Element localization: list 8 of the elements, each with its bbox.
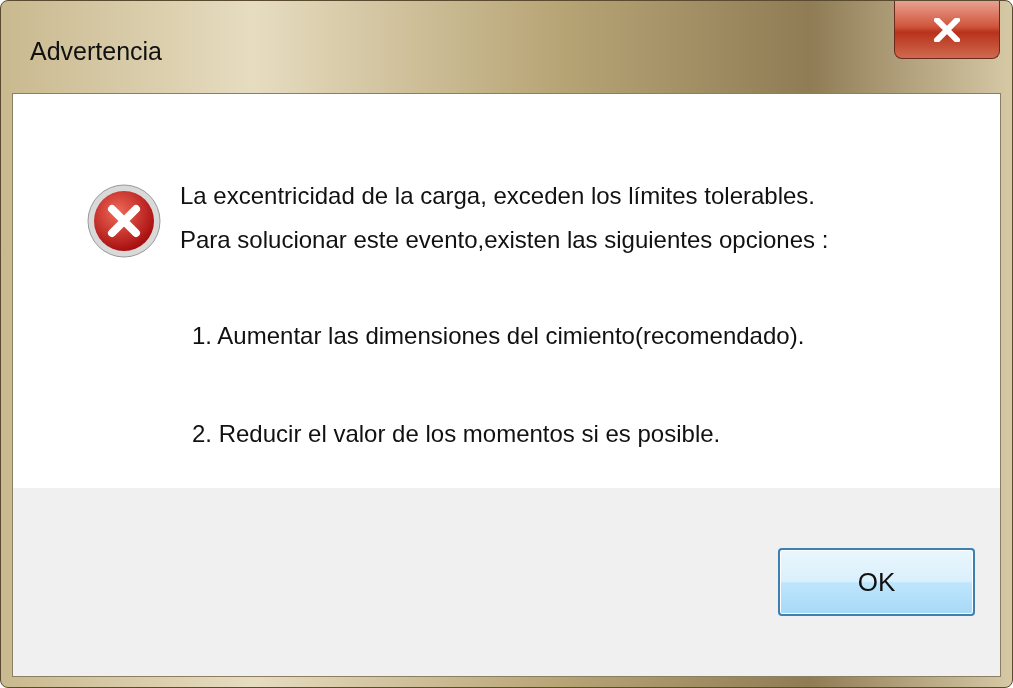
message-text: Para solucionar este evento,existen las siguientes opciones : xyxy=(180,225,829,255)
option-text: 2. Reducir el valor de los momentos si es posible. xyxy=(192,420,722,448)
option-text: 1. Aumentar las dimensiones del cimiento(recomendado). xyxy=(192,322,806,350)
close-icon xyxy=(934,17,960,42)
window-title: Advertencia xyxy=(30,37,163,66)
close-button[interactable] xyxy=(894,1,1000,59)
message-text: La excentricidad de la carga, exceden los límites tolerables. xyxy=(180,181,816,211)
ok-button[interactable]: OK xyxy=(778,548,975,616)
